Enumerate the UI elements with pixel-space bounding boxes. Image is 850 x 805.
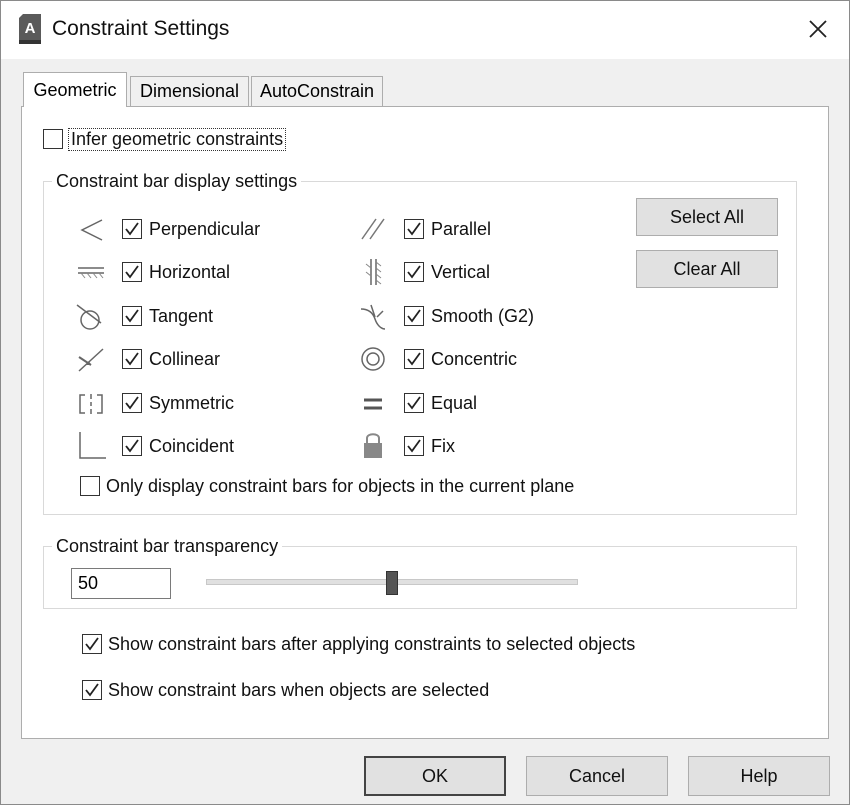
fix-checkbox[interactable] <box>404 436 424 456</box>
close-button[interactable] <box>796 9 840 49</box>
parallel-checkbox[interactable] <box>404 219 424 239</box>
concentric-icon <box>361 347 385 371</box>
transparency-slider-thumb[interactable] <box>386 571 398 595</box>
help-label: Help <box>740 765 778 786</box>
tab-label: Dimensional <box>139 81 240 101</box>
show-when-selected-label: Show constraint bars when objects are se… <box>108 680 490 700</box>
select-all-button[interactable]: Select All <box>636 198 778 236</box>
close-icon <box>809 20 827 38</box>
collinear-checkbox[interactable] <box>122 349 142 369</box>
horizontal-icon <box>78 267 104 279</box>
clear-all-label: Clear All <box>673 258 741 279</box>
current-plane-checkbox[interactable] <box>80 476 100 496</box>
coincident-checkbox[interactable] <box>122 436 142 456</box>
perpendicular-icon <box>80 219 103 241</box>
transparency-input[interactable] <box>71 568 171 599</box>
symmetric-icon <box>79 394 103 414</box>
select-all-label: Select All <box>669 206 745 227</box>
svg-text:A: A <box>25 20 36 37</box>
tab-label: AutoConstrain <box>259 81 375 101</box>
transparency-group-title: Constraint bar transparency <box>52 536 283 557</box>
show-after-applying-checkbox[interactable] <box>82 634 102 654</box>
parallel-label: Parallel <box>431 219 492 239</box>
concentric-label: Concentric <box>431 349 518 369</box>
tab-geometric[interactable]: Geometric <box>23 72 127 107</box>
coincident-icon <box>79 432 106 459</box>
app-icon: A <box>17 14 43 44</box>
perpendicular-checkbox[interactable] <box>122 219 142 239</box>
ok-label: OK <box>421 765 448 786</box>
vertical-icon <box>365 259 382 285</box>
lock-icon <box>364 433 382 458</box>
horizontal-label: Horizontal <box>149 262 231 282</box>
equal-label: Equal <box>431 393 478 413</box>
fix-label: Fix <box>431 436 455 456</box>
show-after-applying-label: Show constraint bars after applying cons… <box>108 634 636 654</box>
collinear-icon <box>78 348 104 372</box>
clear-all-button[interactable]: Clear All <box>636 250 778 288</box>
help-button[interactable]: Help <box>688 756 830 796</box>
ok-button[interactable]: OK <box>364 756 506 796</box>
bar-display-group-title: Constraint bar display settings <box>52 171 302 192</box>
equal-icon <box>364 398 382 410</box>
tangent-icon <box>76 304 102 330</box>
tab-autoconstrain[interactable]: AutoConstrain <box>251 76 383 106</box>
constraint-settings-dialog: A Constraint Settings Geometric Dimensio… <box>0 0 850 805</box>
smooth-checkbox[interactable] <box>404 306 424 326</box>
infer-constraints-checkbox[interactable] <box>43 129 63 149</box>
current-plane-label: Only display constraint bars for objects… <box>106 476 575 496</box>
infer-constraints-label: Infer geometric constraints <box>67 128 287 151</box>
smooth-icon <box>360 304 386 330</box>
parallel-icon <box>361 218 385 240</box>
tab-dimensional[interactable]: Dimensional <box>130 76 249 106</box>
symmetric-checkbox[interactable] <box>122 393 142 413</box>
concentric-checkbox[interactable] <box>404 349 424 369</box>
vertical-label: Vertical <box>431 262 491 282</box>
equal-checkbox[interactable] <box>404 393 424 413</box>
collinear-label: Collinear <box>149 349 221 369</box>
cancel-button[interactable]: Cancel <box>526 756 668 796</box>
vertical-checkbox[interactable] <box>404 262 424 282</box>
horizontal-checkbox[interactable] <box>122 262 142 282</box>
window-title: Constraint Settings <box>52 17 230 40</box>
smooth-label: Smooth (G2) <box>431 306 535 326</box>
show-when-selected-checkbox[interactable] <box>82 680 102 700</box>
tangent-checkbox[interactable] <box>122 306 142 326</box>
perpendicular-label: Perpendicular <box>149 219 261 239</box>
title-bar: A Constraint Settings <box>1 1 849 59</box>
tab-label: Geometric <box>33 79 117 100</box>
coincident-label: Coincident <box>149 436 235 456</box>
tangent-label: Tangent <box>149 306 214 326</box>
cancel-label: Cancel <box>568 765 626 786</box>
symmetric-label: Symmetric <box>149 393 234 413</box>
